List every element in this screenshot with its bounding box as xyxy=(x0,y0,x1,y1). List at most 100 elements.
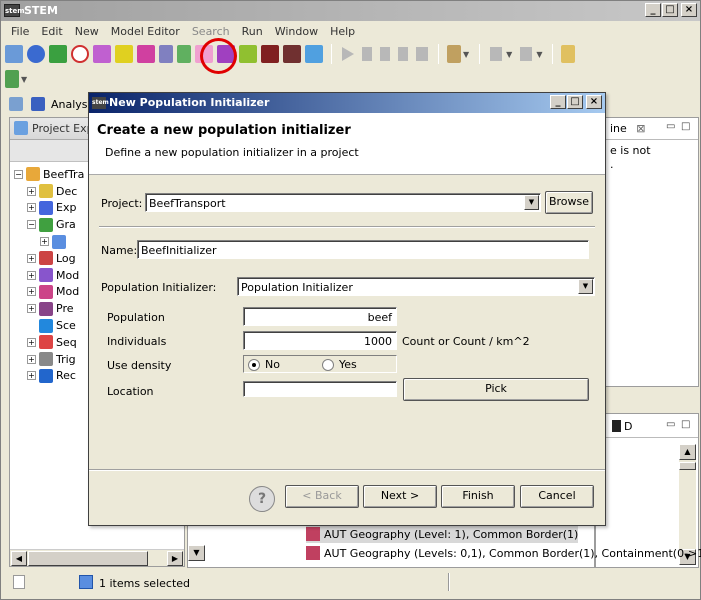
close-button[interactable]: × xyxy=(681,3,697,17)
new-experiment-icon[interactable] xyxy=(27,45,45,63)
expand-icon[interactable]: + xyxy=(27,371,36,381)
minimize-view-icon[interactable]: ▭ xyxy=(666,121,675,132)
new-recorder-icon[interactable] xyxy=(305,45,323,63)
menu-help[interactable]: Help xyxy=(324,23,361,41)
expand-icon[interactable]: + xyxy=(27,270,36,280)
menu-new[interactable]: New xyxy=(69,23,105,41)
scroll-thumb[interactable] xyxy=(28,551,148,566)
list-item[interactable]: AUT Geography (Levels: 0,1), Common Bord… xyxy=(306,544,701,562)
new-fast-view-icon[interactable] xyxy=(13,575,25,589)
tree-item[interactable]: + Trig xyxy=(14,351,84,368)
reset-icon[interactable] xyxy=(398,47,408,61)
finish-button[interactable]: Finish xyxy=(441,485,515,508)
tree-item[interactable]: + Mod xyxy=(14,267,84,284)
close-icon[interactable]: ⊠ xyxy=(636,122,645,135)
minimize-button[interactable]: _ xyxy=(645,3,661,17)
name-input[interactable]: BeefInitializer xyxy=(137,240,589,259)
location-input[interactable] xyxy=(243,381,397,397)
density-yes-radio[interactable]: Yes xyxy=(322,358,357,371)
tree-item[interactable]: + xyxy=(14,233,84,250)
help-icon[interactable]: ? xyxy=(249,486,275,512)
menu-run[interactable]: Run xyxy=(236,23,269,41)
collapse-icon[interactable]: − xyxy=(14,169,23,179)
cancel-button[interactable]: Cancel xyxy=(520,485,594,508)
tree-item[interactable]: + Rec xyxy=(14,368,84,385)
dialog-minimize-button[interactable]: _ xyxy=(550,95,566,109)
tree-item[interactable]: + Exp xyxy=(14,200,84,217)
expand-icon[interactable]: + xyxy=(27,203,36,213)
new-modifier-icon[interactable] xyxy=(137,45,155,63)
new-graph-icon[interactable] xyxy=(49,45,67,63)
expand-icon[interactable]: + xyxy=(27,337,36,347)
chevron-down-icon[interactable]: ▼ xyxy=(536,50,542,59)
tree-item[interactable]: + Dec xyxy=(14,183,84,200)
minimize-view-icon[interactable]: ▭ xyxy=(666,419,675,430)
new-scenario-icon[interactable] xyxy=(93,45,111,63)
pause-icon[interactable] xyxy=(362,47,372,61)
new-population-initializer-icon[interactable] xyxy=(177,45,191,63)
menu-file[interactable]: File xyxy=(5,23,35,41)
back-button[interactable]: < Back xyxy=(285,485,359,508)
expand-icon[interactable]: + xyxy=(27,304,36,314)
tree-item[interactable]: Sce xyxy=(14,317,84,334)
dialog-close-button[interactable]: × xyxy=(586,95,602,109)
pick-button[interactable]: Pick xyxy=(403,378,589,401)
new-batch-icon[interactable] xyxy=(261,45,279,63)
maximize-view-icon[interactable]: □ xyxy=(681,121,690,132)
expand-icon[interactable]: + xyxy=(27,287,36,297)
expand-icon[interactable]: + xyxy=(40,237,49,247)
tool-icon[interactable] xyxy=(5,70,19,88)
tree-item[interactable]: + Log xyxy=(14,250,84,267)
tree-item[interactable]: − Gra xyxy=(14,216,84,233)
chevron-down-icon[interactable]: ▼ xyxy=(524,195,539,210)
individuals-input[interactable]: 1000 xyxy=(243,331,397,350)
new-logger-icon[interactable] xyxy=(283,45,301,63)
edit-icon[interactable] xyxy=(447,45,461,63)
dialog-maximize-button[interactable]: □ xyxy=(567,95,583,109)
tree-item[interactable]: + Seq xyxy=(14,334,84,351)
main-titlebar[interactable]: stem STEM _ □ × xyxy=(1,1,700,21)
scroll-up-icon[interactable]: ▲ xyxy=(679,444,696,460)
tree-item[interactable]: + Mod xyxy=(14,284,84,301)
back-arrow-icon[interactable] xyxy=(561,45,576,63)
population-input[interactable]: beef xyxy=(243,307,397,326)
new-decorator-icon[interactable] xyxy=(239,45,257,63)
density-no-radio[interactable]: No xyxy=(248,358,280,371)
population-initializer-combo[interactable]: Population Initializer ▼ xyxy=(237,277,595,296)
analysis-perspective-icon[interactable] xyxy=(31,97,45,111)
new-sequencer-icon[interactable] xyxy=(71,45,89,63)
navigate-back-icon[interactable] xyxy=(490,47,503,61)
open-perspective-icon[interactable] xyxy=(9,97,23,111)
menu-window[interactable]: Window xyxy=(269,23,324,41)
scroll-down-icon[interactable]: ▼ xyxy=(188,545,205,561)
step-icon[interactable] xyxy=(380,47,390,61)
menu-edit[interactable]: Edit xyxy=(35,23,68,41)
maximize-button[interactable]: □ xyxy=(662,3,678,17)
maximize-view-icon[interactable]: □ xyxy=(681,419,690,430)
collapse-icon[interactable]: − xyxy=(27,220,36,230)
scroll-right-icon[interactable]: ▶ xyxy=(167,551,183,566)
menu-model-editor[interactable]: Model Editor xyxy=(105,23,186,41)
new-project-icon[interactable] xyxy=(5,45,23,63)
list-item[interactable]: AUT Geography (Level: 1), Common Border(… xyxy=(306,525,579,543)
right-top-tab[interactable]: ine ⊠ ▭ □ xyxy=(596,118,698,140)
tree-item[interactable]: + Pre xyxy=(14,300,84,317)
browse-button[interactable]: Browse xyxy=(545,191,593,214)
expand-icon[interactable]: + xyxy=(27,186,36,196)
tree-item[interactable]: − BeefTra xyxy=(14,166,84,183)
expand-icon[interactable]: + xyxy=(27,354,36,364)
next-button[interactable]: Next > xyxy=(363,485,437,508)
dialog-titlebar[interactable]: stem New Population Initializer _ □ × xyxy=(89,93,605,113)
navigate-forward-icon[interactable] xyxy=(520,47,533,61)
chevron-down-icon[interactable]: ▼ xyxy=(506,50,512,59)
stop-icon[interactable] xyxy=(416,47,428,61)
scroll-thumb[interactable] xyxy=(679,462,696,470)
new-trigger-icon[interactable] xyxy=(115,45,133,63)
scroll-left-icon[interactable]: ◀ xyxy=(11,551,27,566)
project-combo[interactable]: BeefTransport ▼ xyxy=(145,193,541,212)
new-model-icon[interactable] xyxy=(159,45,173,63)
chevron-down-icon[interactable]: ▼ xyxy=(21,75,27,84)
right-bottom-tab[interactable]: D ▭ □ xyxy=(596,414,698,438)
chevron-down-icon[interactable]: ▼ xyxy=(578,279,593,294)
horizontal-scrollbar[interactable]: ◀ ▶ xyxy=(10,549,184,566)
